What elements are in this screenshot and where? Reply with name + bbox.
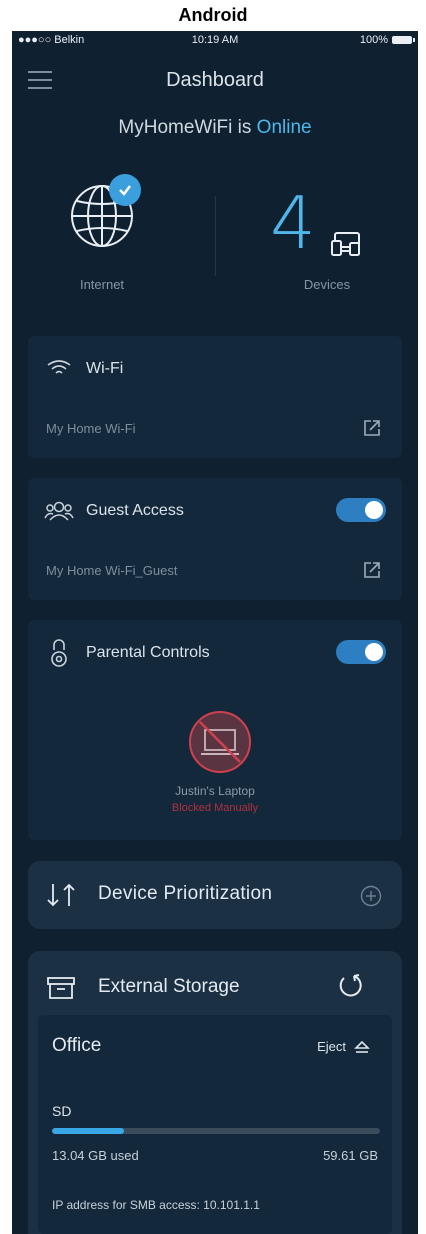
devices-icon [331,232,360,256]
drive-name: Office [52,1035,102,1056]
platform-label: Android [178,5,248,25]
blocked-device-name: Justin's Laptop [175,784,255,798]
external-link-icon[interactable] [362,560,382,580]
device-prioritization-card[interactable]: Device Prioritization [28,861,402,929]
storage-total: 59.61 GB [323,1148,378,1163]
blocked-device-status: Blocked Manually [171,802,259,814]
storage-usage-fill [52,1128,125,1134]
network-status: MyHomeWiFi is Online [12,117,418,139]
internet-label: Internet [79,277,125,292]
devices-label: Devices [303,277,351,292]
eject-icon [354,1040,370,1053]
page-title: Dashboard [166,69,264,91]
online-check-icon [109,174,141,206]
lock-icon [51,639,67,667]
network-state: Online [256,117,312,138]
eject-label: Eject [317,1039,346,1054]
storage-drive-card: Office Eject SD 13.04 GB used 59.61 GB I… [38,1015,392,1234]
sort-arrows-icon [47,883,75,907]
guest-network-name: My Home Wi-Fi_Guest [46,563,178,578]
wifi-card[interactable]: Wi-Fi My Home Wi-Fi [28,336,402,458]
refresh-icon[interactable] [338,973,364,999]
parental-controls-toggle[interactable] [336,640,386,664]
guest-access-title: Guest Access [86,502,184,519]
wifi-title: Wi-Fi [86,360,124,377]
guest-access-toggle[interactable] [336,498,386,522]
external-link-icon[interactable] [362,418,382,438]
guest-users-icon [44,501,74,521]
app-header: Dashboard [12,61,418,101]
battery-indicator: 100% [359,34,415,46]
partition-label: SD [52,1103,72,1119]
device-count[interactable]: 4 [270,183,316,263]
network-name: MyHomeWiFi is [118,117,252,138]
wifi-network-name: My Home Wi-Fi [46,421,136,436]
battery-percent: 100% [359,34,388,46]
device-prioritization-title: Device Prioritization [98,883,273,904]
parental-controls-card[interactable]: Parental Controls Justin's Laptop Blocke… [28,620,402,840]
divider [215,196,216,276]
storage-used: 13.04 GB used [52,1148,139,1163]
parental-controls-title: Parental Controls [86,644,210,661]
status-bar: ●●●○○ Belkin 10:19 AM 100% [12,31,418,51]
external-storage-card: External Storage Office Eject SD 13.04 G… [28,951,402,1234]
blocked-laptop-icon[interactable] [188,710,252,774]
wifi-icon [47,360,71,374]
clock-text: 10:19 AM [191,34,239,46]
add-icon[interactable] [360,885,382,907]
battery-icon [392,36,415,44]
storage-usage-bar [52,1128,380,1134]
external-storage-title: External Storage [98,976,240,997]
eject-button[interactable]: Eject [317,1039,370,1054]
phone-screen: ●●●○○ Belkin 10:19 AM 100% Dashboard MyH… [12,31,418,1234]
storage-drive-icon [47,977,75,999]
guest-access-card[interactable]: Guest Access My Home Wi-Fi_Guest [28,478,402,600]
summary-panel: Internet 4 Devices [12,161,418,321]
smb-ip-address: IP address for SMB access: 10.101.1.1 [52,1198,260,1212]
